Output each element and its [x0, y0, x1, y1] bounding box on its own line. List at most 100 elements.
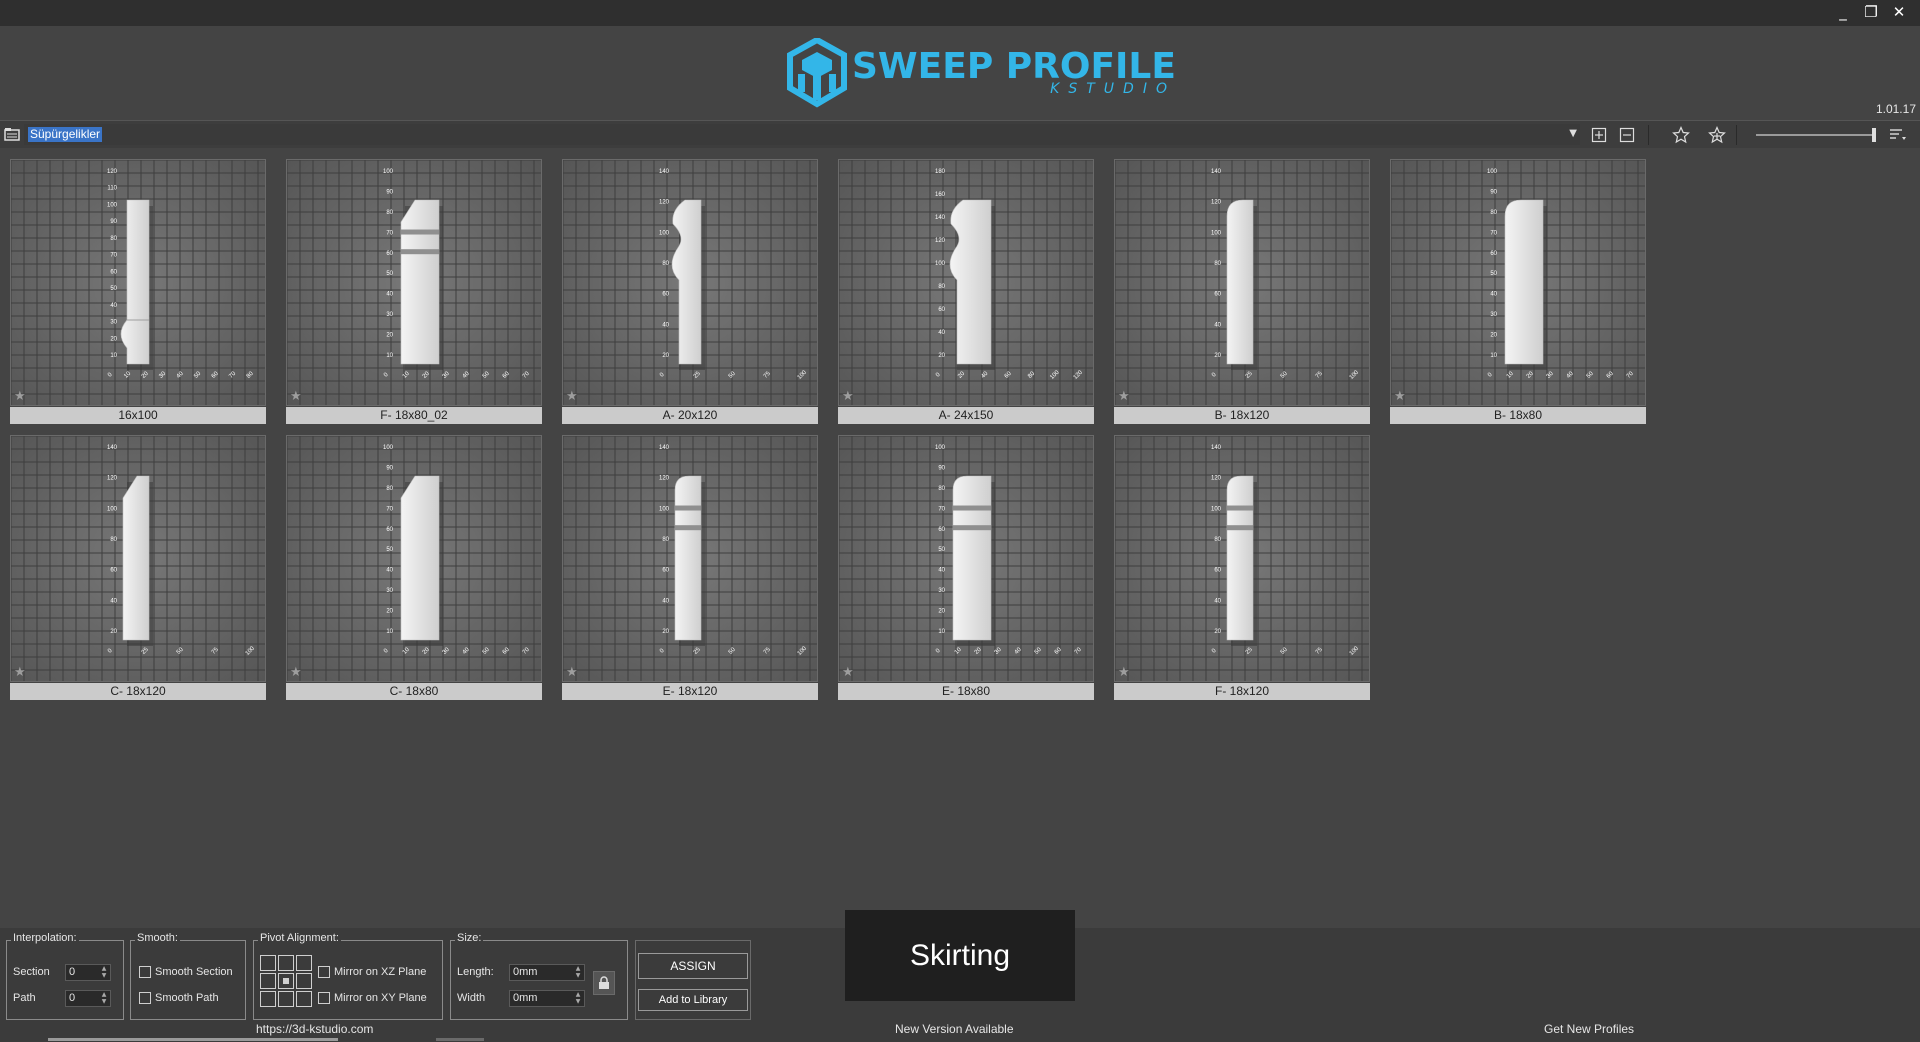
mirror-xy-checkbox[interactable]	[318, 992, 330, 1004]
thumbnail-size-slider[interactable]	[1756, 128, 1876, 142]
chevron-down-icon[interactable]: ▼	[1569, 128, 1577, 139]
favorite-star-icon[interactable]: ★	[842, 666, 854, 679]
profile-tile[interactable]: 180 160 140 120 100 80 60 40 20 0 20 40 60 80 100 120 ★ A…	[838, 159, 1094, 425]
favorite-star-icon[interactable]: ★	[566, 390, 578, 403]
favorite-star-icon[interactable]: ★	[566, 666, 578, 679]
profile-preview-graphic: 1009080706050403020100 10 20 30 40 50 60 70	[839, 436, 1093, 681]
pivot-top-right-button[interactable]	[296, 955, 312, 971]
favorite-star-icon[interactable]: ★	[290, 666, 302, 679]
profile-thumbnail[interactable]: 140 120 100 80 60 40 20 0 25 50 75 100	[1114, 435, 1370, 682]
star-icon[interactable]	[1672, 126, 1690, 144]
pivot-middle-left-button[interactable]	[260, 973, 276, 989]
pivot-bottom-center-button[interactable]	[278, 991, 294, 1007]
spin-arrows-icon[interactable]: ▲ ▼	[573, 991, 583, 1006]
profile-tile[interactable]: 100 90 80 70 60 50 40 30 20 10 0 10 20 30 40 50 60 70 ★ B- …	[1390, 159, 1646, 425]
y-tick-label: 80	[662, 261, 669, 267]
y-tick-label: 50	[110, 286, 117, 292]
smooth-section-label: Smooth Section	[155, 966, 233, 978]
profile-thumbnail[interactable]: 100 90 80 70 60 50 40 30 20 10 0 10 20 30 40 50 60 70	[838, 435, 1094, 682]
favorite-star-icon[interactable]: ★	[290, 390, 302, 403]
close-button[interactable]: ✕	[1888, 2, 1910, 22]
lock-ratio-button[interactable]	[593, 971, 615, 995]
profile-thumbnail[interactable]: 180 160 140 120 100 80 60 40 20 0 20 40 60 80 100 120	[838, 159, 1094, 406]
profile-preview-graphic: 1009080706050403020100 10 20 30 40 50 60 70	[1391, 160, 1645, 405]
profile-thumbnail[interactable]: 140 120 100 80 60 40 20 0 25 50 75 100	[562, 435, 818, 682]
smooth-path-checkbox[interactable]	[139, 992, 151, 1004]
new-version-link[interactable]: New Version Available	[895, 1022, 1014, 1036]
profile-tile[interactable]: 100 90 80 70 60 50 40 30 20 10 0 10 20 30 40 50 60 70 ★ F- …	[286, 159, 542, 425]
profile-thumbnail[interactable]: 100 90 80 70 60 50 40 30 20 10 0 10 20 30 40 50 60 70	[286, 159, 542, 406]
profile-tile[interactable]: 140 120 100 80 60 40 20 0 25 50 75 100 ★ A- 20x120	[562, 159, 818, 425]
horizontal-scrollbar[interactable]	[48, 1038, 338, 1041]
spin-arrows-icon[interactable]: ▲ ▼	[99, 965, 109, 980]
spin-arrows-icon[interactable]: ▲ ▼	[99, 991, 109, 1006]
library-path-dropdown[interactable]: Süpürgelikler ▼	[24, 124, 1580, 145]
y-tick-label: 90	[1490, 189, 1497, 195]
profile-tile[interactable]: 120 110 100 90 80 70 60 50 40 30 20 10 0 10 20 30 40 50 60…	[10, 159, 266, 425]
sort-icon[interactable]	[1888, 126, 1906, 144]
restore-button[interactable]: ❐	[1860, 2, 1882, 22]
get-new-profiles-link[interactable]: Get New Profiles	[1544, 1022, 1634, 1036]
y-tick-label: 60	[938, 527, 945, 533]
website-link[interactable]: https://3d-kstudio.com	[256, 1022, 373, 1036]
profile-tile[interactable]: 140 120 100 80 60 40 20 0 25 50 75 100 ★ C- 18x120	[10, 435, 266, 701]
y-tick-label: 120	[1211, 200, 1222, 206]
smooth-section-checkbox[interactable]	[139, 966, 151, 978]
profile-thumbnail[interactable]: 120 110 100 90 80 70 60 50 40 30 20 10 0 10 20 30 40 50 60…	[10, 159, 266, 406]
favorite-star-icon[interactable]: ★	[1118, 390, 1130, 403]
pivot-bottom-left-button[interactable]	[260, 991, 276, 1007]
y-tick-label: 140	[1211, 445, 1222, 451]
y-tick-label: 40	[662, 322, 669, 328]
profile-preview-graphic: 140120100806040200 25 50 75 100	[563, 436, 817, 681]
y-tick-label: 40	[110, 598, 117, 604]
profile-label: A- 20x120	[562, 407, 818, 424]
add-to-library-button[interactable]: Add to Library	[638, 989, 748, 1011]
profile-thumbnail[interactable]: 100 90 80 70 60 50 40 30 20 10 0 10 20 30 40 50 60 70	[286, 435, 542, 682]
mirror-xz-checkbox[interactable]	[318, 966, 330, 978]
favorite-star-icon[interactable]: ★	[14, 390, 26, 403]
profile-preview-graphic: 180160140120100806040200 20 40 60 80 100 120	[839, 160, 1093, 405]
width-value: 0mm	[513, 992, 538, 1004]
y-tick-label: 10	[1490, 353, 1497, 359]
path-value: 0	[69, 992, 76, 1004]
star-add-icon[interactable]	[1708, 126, 1726, 144]
y-tick-label: 30	[938, 588, 945, 594]
pivot-middle-right-button[interactable]	[296, 973, 312, 989]
section-spinner[interactable]: 0 ▲ ▼	[65, 964, 111, 981]
profile-tile[interactable]: 100 90 80 70 60 50 40 30 20 10 0 10 20 30 40 50 60 70 ★ E- …	[838, 435, 1094, 701]
toolbar-separator	[1648, 125, 1649, 145]
app-window: _ ❐ ✕ SWEEP PROFILE KSTUDIO 1.01.17 Süpü…	[0, 0, 1920, 1042]
minimize-button[interactable]: _	[1832, 2, 1854, 22]
folder-icon[interactable]	[3, 125, 21, 143]
profile-tile[interactable]: 100 90 80 70 60 50 40 30 20 10 0 10 20 30 40 50 60 70 ★ C- …	[286, 435, 542, 701]
y-tick-label: 10	[386, 353, 393, 359]
profile-tile[interactable]: 140 120 100 80 60 40 20 0 25 50 75 100 ★ E- 18x120	[562, 435, 818, 701]
y-tick-label: 20	[1490, 333, 1497, 339]
slider-thumb[interactable]	[1872, 128, 1876, 142]
favorite-star-icon[interactable]: ★	[14, 666, 26, 679]
width-input[interactable]: 0mm ▲ ▼	[509, 990, 585, 1007]
spin-arrows-icon[interactable]: ▲ ▼	[573, 965, 583, 980]
pivot-top-center-button[interactable]	[278, 955, 294, 971]
length-input[interactable]: 0mm ▲ ▼	[509, 964, 585, 981]
path-spinner[interactable]: 0 ▲ ▼	[65, 990, 111, 1007]
profile-preview-graphic: 140120100806040200 25 50 75 100	[563, 160, 817, 405]
category-label: Skirting	[845, 910, 1075, 1001]
favorite-star-icon[interactable]: ★	[842, 390, 854, 403]
collapse-icon[interactable]	[1618, 126, 1636, 144]
y-tick-label: 90	[938, 465, 945, 471]
pivot-bottom-right-button[interactable]	[296, 991, 312, 1007]
pivot-center-button[interactable]	[278, 973, 294, 989]
expand-icon[interactable]	[1590, 126, 1608, 144]
pivot-top-left-button[interactable]	[260, 955, 276, 971]
profile-thumbnail[interactable]: 140 120 100 80 60 40 20 0 25 50 75 100	[562, 159, 818, 406]
profile-thumbnail[interactable]: 140 120 100 80 60 40 20 0 25 50 75 100	[10, 435, 266, 682]
y-tick-label: 140	[659, 445, 670, 451]
profile-thumbnail[interactable]: 100 90 80 70 60 50 40 30 20 10 0 10 20 30 40 50 60 70	[1390, 159, 1646, 406]
profile-thumbnail[interactable]: 140 120 100 80 60 40 20 0 25 50 75 100	[1114, 159, 1370, 406]
profile-tile[interactable]: 140 120 100 80 60 40 20 0 25 50 75 100 ★ B- 18x120	[1114, 159, 1370, 425]
favorite-star-icon[interactable]: ★	[1394, 390, 1406, 403]
profile-tile[interactable]: 140 120 100 80 60 40 20 0 25 50 75 100 ★ F- 18x120	[1114, 435, 1370, 701]
favorite-star-icon[interactable]: ★	[1118, 666, 1130, 679]
assign-button[interactable]: ASSIGN	[638, 953, 748, 979]
